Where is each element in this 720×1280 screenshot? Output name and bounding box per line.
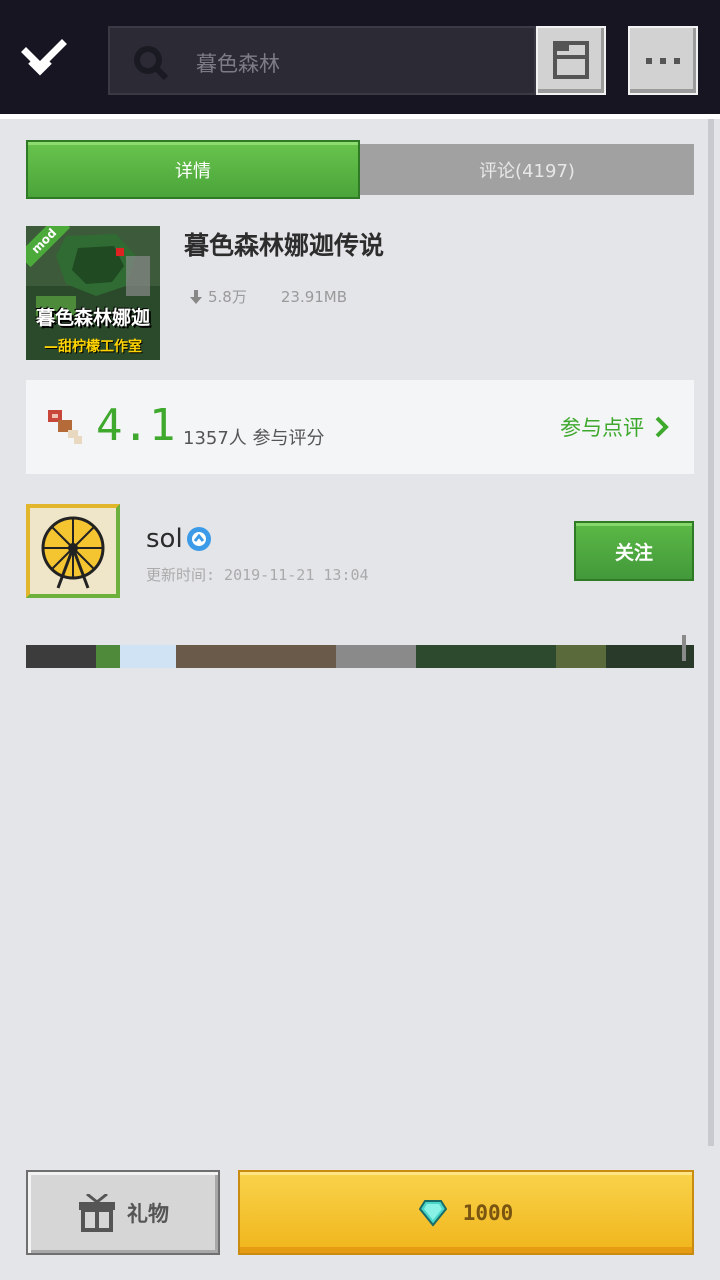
rate-label: 参与点评 [560,416,644,440]
search-icon [134,46,169,81]
thumbnail-subtitle: —甜柠檬工作室 [44,339,142,355]
scrollbar[interactable] [682,635,686,661]
download-icon [190,289,202,304]
gift-label: 礼物 [127,1201,169,1226]
folder-icon [553,41,589,79]
chevron-right-icon [655,416,669,438]
item-title: 暮色森林娜迦传说 [184,231,385,260]
item-thumbnail: mod 暮色森林娜迦 —甜柠檬工作室 [26,226,160,360]
update-time: 更新时间: 2019-11-21 13:04 [146,566,369,584]
file-size: 23.91MB [280,287,348,306]
item-meta: 5.8万 23.91MB [188,286,347,307]
screenshot-gallery[interactable] [26,645,694,668]
ferris-wheel-icon [41,516,105,589]
tab-detail[interactable]: 详情 [26,140,360,199]
verified-icon [186,527,211,551]
back-chevron-icon[interactable] [20,38,68,80]
more-icon [646,58,680,64]
more-button[interactable] [628,26,698,95]
follow-button[interactable]: 关注 [574,521,694,581]
rate-button[interactable]: 参与点评 [560,412,670,442]
buy-button[interactable]: 1000 [238,1170,694,1255]
author-name[interactable]: sol [146,524,213,554]
search-value: 暮色森林 [196,52,280,76]
rating-count: 1357人 参与评分 [183,428,325,449]
download-count: 5.8万 [208,288,247,306]
diamond-icon [418,1199,447,1227]
price: 1000 [462,1200,514,1225]
meat-icon [48,410,82,444]
tab-bar: 详情 评论(4197) [26,140,694,199]
bookmark-button[interactable] [536,26,606,95]
gift-icon [79,1193,115,1232]
gift-button[interactable]: 礼物 [26,1170,220,1255]
thumbnail-title: 暮色森林娜迦 [35,307,150,329]
rating-score: 4.1 [96,400,176,451]
search-input[interactable]: 暮色森林 [108,26,536,95]
top-bar: 暮色森林 [0,0,720,114]
tab-comments[interactable]: 评论(4197) [360,144,694,195]
rating-box: 4.1 1357人 参与评分 参与点评 [26,380,694,474]
author-name-text: sol [146,524,183,554]
avatar[interactable] [26,504,120,598]
